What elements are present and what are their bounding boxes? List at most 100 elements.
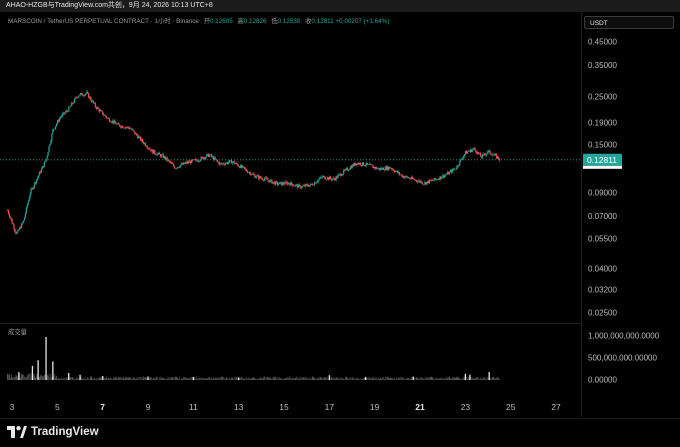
- price-tick-label: 0.15000: [588, 141, 617, 150]
- volume-bar: [457, 377, 459, 380]
- price-chart[interactable]: 0.45000 0.35000 0.25000 0.19000 0.15000 0.090…: [0, 0, 680, 446]
- volume-bar: [64, 377, 66, 380]
- volume-bar: [98, 377, 100, 380]
- time-tick-label: 23: [461, 402, 471, 412]
- volume-bar: [298, 378, 300, 380]
- volume-bar: [441, 377, 443, 380]
- volume-bar: [447, 377, 449, 380]
- volume-bar: [23, 376, 25, 380]
- volume-bar: [312, 376, 314, 380]
- volume-title[interactable]: 成交量: [8, 327, 27, 336]
- volume-spike-bar: [192, 376, 195, 380]
- volume-bar: [263, 376, 265, 380]
- volume-bar: [99, 377, 101, 380]
- volume-bar: [116, 379, 118, 380]
- volume-bar: [484, 378, 486, 380]
- volume-bar: [113, 378, 115, 380]
- volume-bar: [150, 377, 152, 380]
- candle-body: [236, 162, 238, 165]
- volume-bar: [56, 375, 58, 380]
- volume-bar: [338, 378, 340, 380]
- volume-bar: [111, 379, 113, 380]
- volume-bar: [312, 376, 314, 380]
- volume-bar: [319, 376, 321, 380]
- volume-bar: [462, 378, 464, 380]
- candle-body: [78, 95, 80, 97]
- volume-bar: [281, 379, 283, 380]
- candle-body: [409, 177, 411, 179]
- volume-bar: [223, 377, 225, 380]
- candle-body: [21, 222, 24, 224]
- volume-bar: [253, 377, 255, 380]
- volume-bar: [431, 377, 433, 380]
- tradingview-brand[interactable]: TradingView: [7, 424, 99, 440]
- candle-body: [77, 96, 79, 98]
- volume-bar: [275, 376, 277, 380]
- last-price-tag[interactable]: 0.12811: [583, 153, 622, 169]
- volume-bar: [327, 376, 329, 380]
- volume-bar: [450, 378, 452, 380]
- candle-body: [463, 154, 466, 157]
- volume-bar: [318, 378, 320, 380]
- volume-bar: [118, 377, 120, 380]
- volume-bar: [58, 378, 60, 380]
- candle-body: [46, 156, 48, 160]
- candle-body: [55, 126, 57, 129]
- price-tick-label: 0.25000: [588, 93, 617, 102]
- volume-bar: [160, 377, 162, 380]
- candle-body: [263, 178, 265, 181]
- price-axis: 0.45000 0.35000 0.25000 0.19000 0.15000 0.090…: [588, 38, 617, 318]
- candle-body: [462, 158, 464, 160]
- volume-bar: [425, 376, 427, 380]
- candle-body: [362, 162, 365, 166]
- volume-bar: [331, 377, 333, 380]
- symbol-title[interactable]: MARSCOIN / TetherUS PERPETUAL CONTRACT ·…: [8, 18, 199, 25]
- volume-bar: [267, 376, 269, 380]
- candle-body: [344, 168, 347, 171]
- candle-body: [321, 177, 323, 178]
- volume-bar: [311, 378, 313, 380]
- candle-body: [109, 121, 112, 122]
- candle-body: [434, 177, 436, 180]
- volume-bar: [175, 376, 177, 380]
- volume-bar: [107, 378, 109, 380]
- volume-bar: [76, 377, 78, 380]
- time-tick-label: 3: [10, 402, 15, 412]
- volume-bar: [419, 377, 421, 380]
- volume-bar: [438, 378, 440, 380]
- volume-bar: [482, 378, 484, 380]
- volume-bar: [385, 378, 387, 380]
- volume-bar: [108, 378, 110, 380]
- volume-bar: [422, 378, 424, 380]
- candle-body: [12, 223, 14, 225]
- volume-bar: [329, 378, 331, 380]
- volume-bar: [474, 378, 476, 380]
- volume-bar: [200, 378, 202, 380]
- pane-separator[interactable]: [0, 323, 582, 324]
- volume-bar: [189, 377, 191, 380]
- volume-bar: [142, 376, 144, 380]
- candle-body: [127, 126, 129, 128]
- volume-bar: [212, 377, 214, 380]
- volume-bar: [219, 378, 221, 380]
- volume-bar: [61, 378, 63, 380]
- volume-bar: [227, 378, 229, 380]
- volume-bar: [309, 377, 311, 380]
- candle-body: [10, 217, 12, 220]
- volume-spike-bar: [37, 360, 39, 380]
- currency-button[interactable]: USDT: [584, 16, 674, 29]
- volume-bar: [130, 378, 132, 380]
- volume-bar: [122, 378, 124, 380]
- volume-bar: [485, 379, 487, 380]
- volume-bar: [266, 377, 268, 380]
- candle-body: [347, 169, 350, 171]
- volume-bar: [443, 378, 445, 380]
- volume-bar: [178, 376, 180, 380]
- volume-bar: [248, 377, 250, 380]
- volume-bar: [376, 377, 378, 380]
- volume-bar: [213, 379, 215, 380]
- volume-bar: [357, 377, 359, 380]
- volume-bar: [291, 377, 293, 380]
- volume-bar: [144, 377, 146, 380]
- volume-bar: [228, 377, 230, 380]
